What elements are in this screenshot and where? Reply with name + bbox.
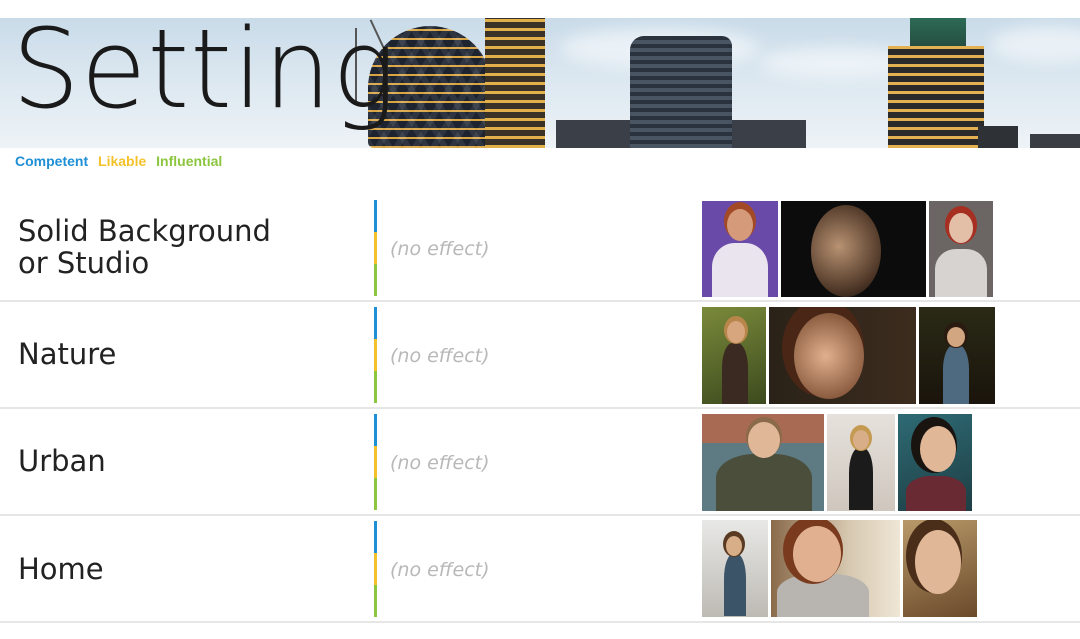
row-label: Solid Background or Studio <box>18 215 271 279</box>
row-label-line1: Urban <box>18 444 106 478</box>
studio-photo-woman-redhead <box>929 201 993 297</box>
row-label: Urban <box>18 445 106 477</box>
row-label: Home <box>18 553 104 585</box>
legend-likable: Likable <box>98 153 147 169</box>
studio-photo-man-profile <box>781 201 926 297</box>
effect-text: (no effect) <box>390 559 490 581</box>
effect-bar <box>374 521 377 617</box>
legend: Competent Likable Influential <box>15 153 228 169</box>
row-label-line1: Home <box>18 552 104 586</box>
page-title: Setting <box>12 5 398 133</box>
legend-influential: Influential <box>156 153 223 169</box>
nature-photo-woman-trees <box>919 307 995 404</box>
urban-photo-man-cards <box>702 414 824 511</box>
row-label-line2: or Studio <box>18 246 150 280</box>
effect-bar <box>374 200 377 296</box>
effect-text: (no effect) <box>390 452 490 474</box>
nature-photo-woman-closeup <box>769 307 916 404</box>
urban-photo-woman-smiling <box>898 414 972 511</box>
effect-text: (no effect) <box>390 238 490 260</box>
studio-photo-woman-purple <box>702 201 778 297</box>
effect-bar <box>374 414 377 510</box>
row-label: Nature <box>18 338 116 370</box>
setting-row-nature: Nature (no effect) <box>0 302 1080 409</box>
effect-bar <box>374 307 377 403</box>
setting-row-home: Home (no effect) <box>0 516 1080 623</box>
home-photo-woman-smile <box>903 520 977 617</box>
row-label-line1: Nature <box>18 337 117 371</box>
row-label-line1: Solid Background <box>18 214 271 248</box>
legend-competent: Competent <box>15 153 89 169</box>
setting-row-studio: Solid Background or Studio (no effect) <box>0 195 1080 302</box>
nature-photo-woman-garden <box>702 307 766 404</box>
effect-text: (no effect) <box>390 345 490 367</box>
setting-row-urban: Urban (no effect) <box>0 409 1080 516</box>
urban-photo-woman-dress <box>827 414 895 511</box>
home-photo-woman-stairs <box>702 520 768 617</box>
home-photo-woman-sweater <box>771 520 900 617</box>
